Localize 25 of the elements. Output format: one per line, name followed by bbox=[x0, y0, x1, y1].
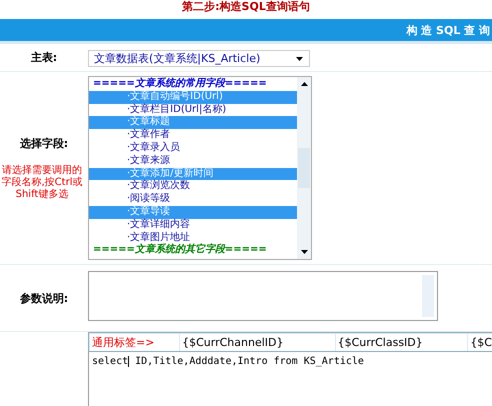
field-option[interactable]: ·文章来源 bbox=[89, 154, 297, 168]
field-option[interactable]: ·阅读等级 bbox=[89, 193, 297, 206]
field-label: 选择字段: bbox=[20, 136, 68, 150]
field-listbox[interactable]: =====文章系统的常用字段===== ·文章自动编号ID(Url) ·文章栏目ID(Url|名称) ·文章标题 ·文章作者 ·文章录入员 ·文章来源 ·文章添加/更新时间 ·文章浏览次数 ·阅读等级 ·文章导读 ·文章详细内容 ·文章图片地址 =====文章系统的其它字段===== bbox=[88, 76, 312, 260]
group-header: =====文章系统的常用字段===== bbox=[92, 78, 268, 91]
caret-icon bbox=[296, 56, 303, 60]
field-label: 参数说明: bbox=[20, 290, 68, 306]
field-option[interactable]: ·文章浏览次数 bbox=[89, 180, 297, 194]
field-option[interactable]: ·文章图片地址 bbox=[89, 232, 297, 244]
group-header: =====文章系统的其它字段===== bbox=[92, 244, 268, 258]
table-dropdown[interactable]: 文章数据表(文章系统|KS_Article) bbox=[88, 50, 310, 67]
field-option[interactable]: ·文章录入员 bbox=[89, 142, 297, 155]
page-title: 第二步:构造SQL查询语句 bbox=[181, 0, 311, 14]
scroll-up-icon[interactable] bbox=[300, 82, 308, 86]
field-option[interactable]: ·文章详细内容 bbox=[89, 218, 297, 232]
header-title: 构 造 SQL 查 询 bbox=[406, 22, 490, 38]
scrollbar[interactable] bbox=[297, 77, 311, 259]
field-option[interactable]: ·文章栏目ID(Url|名称) bbox=[89, 104, 297, 116]
field-label: 主表: bbox=[30, 50, 58, 65]
sql-editor[interactable]: select ID,Title,Adddate,Intro from KS_Article bbox=[88, 352, 492, 406]
field-option[interactable]: ·文章作者 bbox=[89, 129, 297, 142]
scroll-down-icon[interactable] bbox=[300, 250, 308, 254]
scroll-thumb[interactable] bbox=[298, 148, 310, 188]
description-textarea[interactable] bbox=[88, 271, 438, 321]
hint-text: 请选择需要调用的字段名称,按Ctrl或Shift键多选 bbox=[0, 164, 84, 200]
